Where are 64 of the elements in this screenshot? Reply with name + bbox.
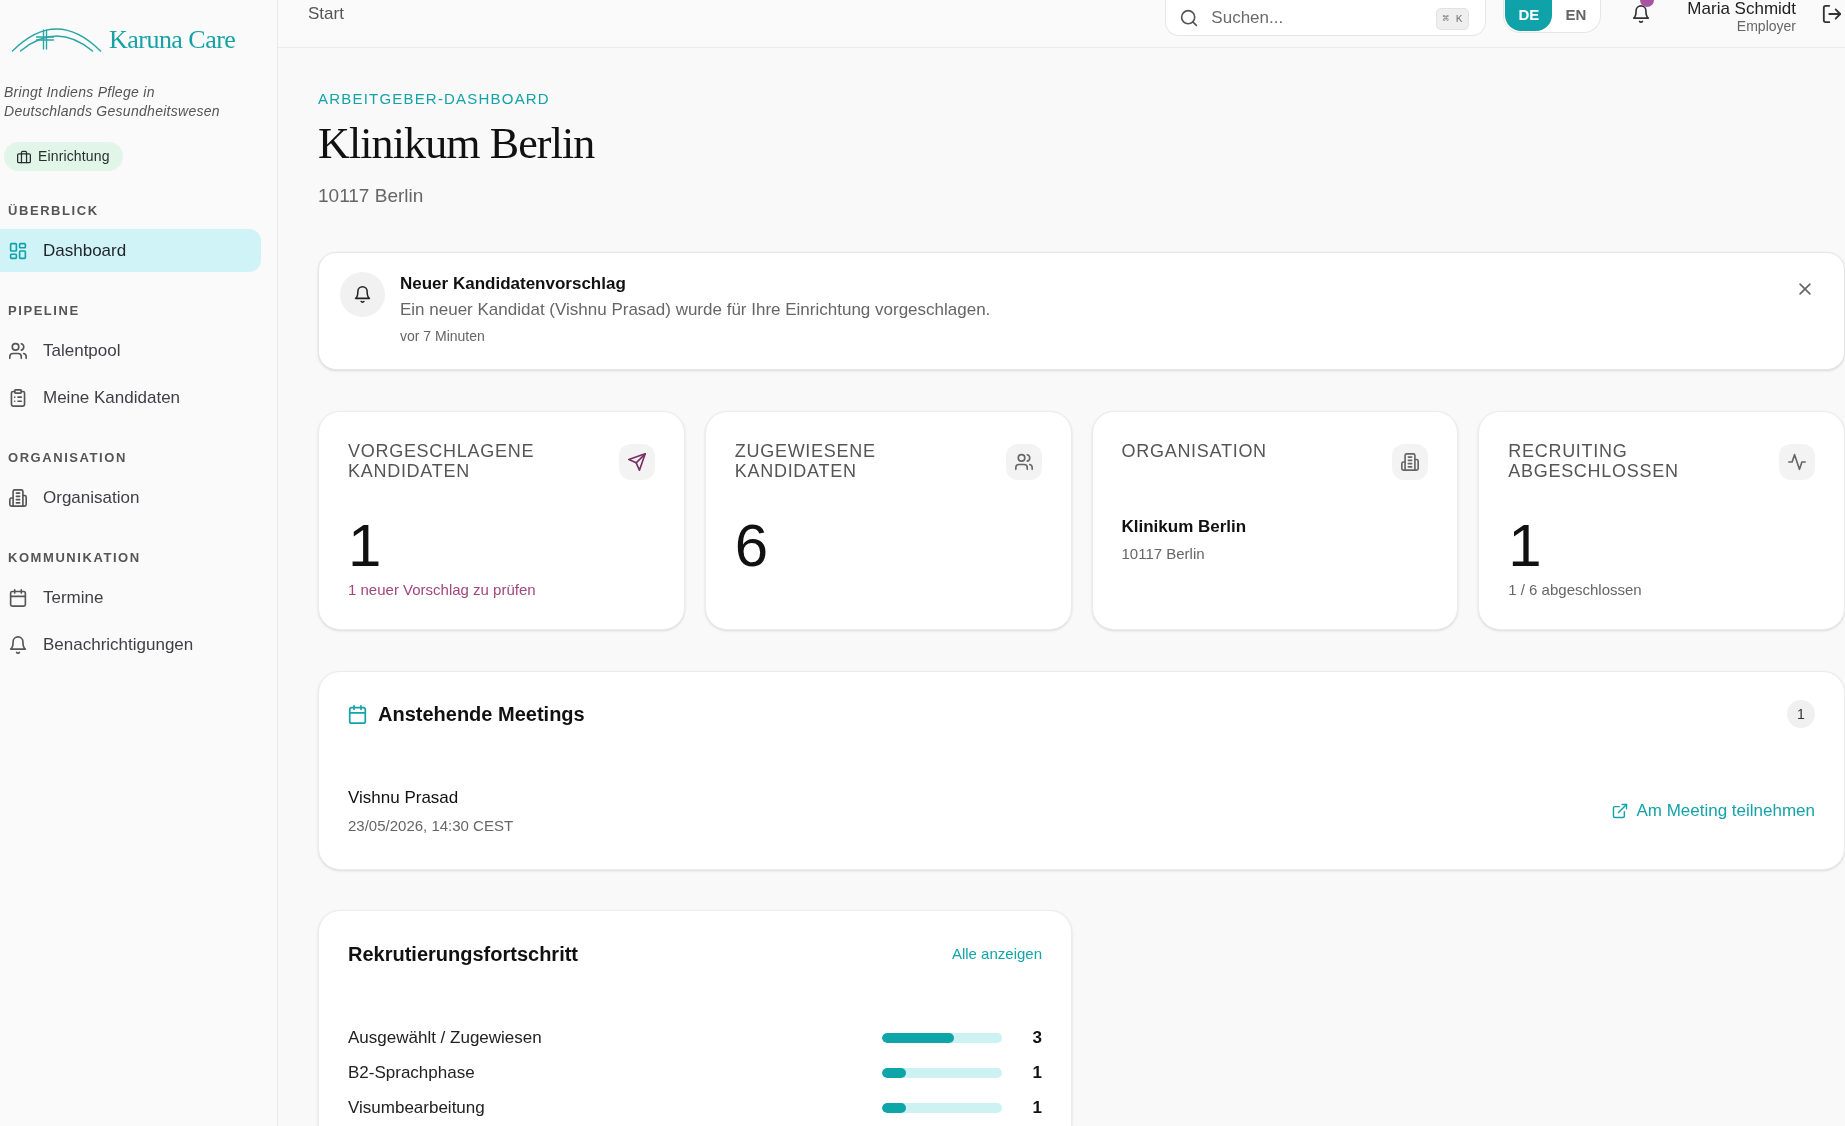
nav-item[interactable]: Meine Kandidaten [0,376,261,419]
stage-label: Visumbearbeitung [348,1096,486,1119]
count-badge: 1 [1787,700,1815,728]
calendar-icon [348,704,367,724]
bell-icon [340,272,385,317]
stage-label: B2-Sprachphase [348,1061,476,1084]
organization-address: 10117 Berlin [1121,544,1206,564]
nav-item[interactable]: Organisation [0,476,261,519]
search-icon [1180,9,1199,27]
progress-title: Rekrutierungsfortschritt [348,942,579,967]
bell-icon [1632,5,1651,23]
stat-value: 1 [1508,514,1543,578]
page-subtitle: 10117 Berlin [318,184,425,208]
notifications-button[interactable] [1632,5,1651,23]
user-role: Employer [1736,18,1796,34]
user-name: Maria Schmidt [1687,0,1796,17]
briefcase-icon [17,149,31,164]
section-heading: ÜBERBLICK [8,203,100,219]
page-eyebrow: ARBEITGEBER-DASHBOARD [318,90,551,108]
stat-label: RECRUITING ABGESCHLOSSEN [1508,441,1680,481]
stat-label: ZUGEWIESENE KANDIDATEN [734,441,877,481]
stat-label: ORGANISATION [1121,441,1268,461]
organization-name: Klinikum Berlin [1121,516,1248,538]
grid-icon [9,241,27,260]
meetings-title: Anstehende Meetings [378,702,585,727]
people-icon [9,341,27,360]
meeting-datetime: 23/05/2026, 14:30 CEST [348,816,514,836]
nav-item[interactable]: Termine [0,576,261,619]
stage-count: 1 [1031,1061,1042,1084]
notification-title: Neuer Kandidatenvorschlag [400,273,627,295]
meeting-name: Vishnu Prasad [348,787,460,809]
stage-count: 3 [1031,1026,1042,1049]
section-heading: PIPELINE [8,303,81,319]
shortcut-key: ⌘ K [1435,8,1470,30]
close-button[interactable] [1796,280,1814,298]
nav-item[interactable]: Talentpool [0,329,261,372]
brand-name: Karuna Care [109,24,236,56]
bell-icon [9,635,27,654]
notification-time: vor 7 Minuten [400,327,486,346]
calendar-icon [9,588,27,607]
building-icon [9,488,27,507]
logo-icon [10,27,103,53]
logout-icon [1822,4,1842,24]
stat-value: 6 [734,514,770,578]
breadcrumb: Start [308,4,344,24]
nav-item[interactable]: Benachrichtigungen [0,623,261,666]
external-link-icon [1612,803,1629,819]
clipboard-icon [9,388,27,407]
close-icon [1796,280,1814,298]
logout-button[interactable] [1822,4,1842,24]
language-option[interactable]: EN [1552,0,1600,31]
section-heading: KOMMUNIKATION [8,550,142,566]
stat-note: 1 / 6 abgeschlossen [1508,580,1643,600]
stat-label: VORGESCHLAGENE KANDIDATEN [348,441,536,481]
section-heading: ORGANISATION [8,450,128,466]
stat-value: 1 [348,514,383,578]
page-title: Klinikum Berlin [318,118,596,170]
stat-note: 1 neuer Vorschlag zu prüfen [348,580,537,600]
tagline: Bringt Indiens Pflege in Deutschlands Gesundheitswesen [4,83,221,121]
stage-label: Ausgewählt / Zugewiesen [348,1026,543,1049]
role-badge-label: Einrichtung [38,147,110,166]
nav-item[interactable]: Dashboard [0,229,261,272]
notification-message: Ein neuer Kandidat (Vishnu Prasad) wurde für Ihre Einrichtung vorgeschlagen. [400,299,992,321]
stage-count: 1 [1031,1096,1042,1119]
